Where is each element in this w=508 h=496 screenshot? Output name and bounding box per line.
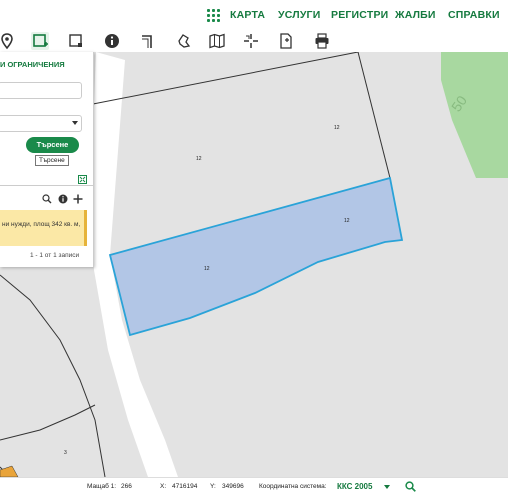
print-icon[interactable] bbox=[313, 32, 331, 50]
pan-hand-icon[interactable] bbox=[174, 32, 192, 50]
scale-label: Мащаб 1: bbox=[87, 483, 117, 490]
map-layers-icon[interactable] bbox=[208, 32, 226, 50]
coord-system-select[interactable]: ККС 2005 bbox=[337, 482, 372, 491]
location-pin-icon[interactable] bbox=[0, 32, 16, 50]
nav-item-services[interactable]: УСЛУГИ bbox=[278, 9, 320, 21]
search-tooltip: Търсене bbox=[35, 155, 69, 166]
search-button[interactable]: Търсене bbox=[26, 137, 79, 153]
pager: 1 - 1 от 1 записи bbox=[30, 252, 80, 259]
building-shape bbox=[0, 465, 19, 477]
coord-system-label: Координатна система: bbox=[259, 483, 327, 490]
search-icon[interactable] bbox=[405, 481, 416, 492]
info-icon[interactable] bbox=[103, 32, 121, 50]
search-input[interactable] bbox=[0, 82, 82, 99]
parcel-label: 12 bbox=[334, 125, 340, 131]
nav-item-registers[interactable]: РЕГИСТРИ bbox=[331, 9, 388, 21]
x-label: X: bbox=[160, 483, 167, 490]
apps-grid-icon[interactable] bbox=[207, 9, 220, 22]
search-panel: И ОГРАНИЧЕНИЯ Търсене Търсене ни нужди, … bbox=[0, 52, 94, 267]
info-icon[interactable] bbox=[58, 191, 68, 204]
selected-parcel[interactable] bbox=[108, 176, 404, 337]
top-nav-bar: КАРТА УСЛУГИ РЕГИСТРИ ЖАЛБИ СПРАВКИ bbox=[0, 0, 508, 30]
green-area bbox=[441, 52, 508, 178]
chevron-down-icon[interactable] bbox=[384, 485, 390, 489]
divider bbox=[0, 185, 93, 186]
map-toolbar bbox=[0, 30, 508, 53]
scale-value: 266 bbox=[121, 483, 132, 490]
filter-select[interactable] bbox=[0, 115, 82, 132]
y-value: 349696 bbox=[222, 483, 244, 490]
select-area-icon[interactable] bbox=[67, 32, 85, 50]
status-bar: Мащаб 1: 266 X: 4716194 Y: 349696 Коорди… bbox=[0, 477, 508, 496]
parcel-label: 3 bbox=[64, 450, 67, 456]
select-rectangle-icon[interactable] bbox=[31, 32, 49, 50]
nav-item-map[interactable]: КАРТА bbox=[230, 9, 265, 21]
parcel-label: 12 bbox=[196, 156, 202, 162]
nav-item-references[interactable]: СПРАВКИ bbox=[448, 9, 500, 21]
crosshair-icon[interactable] bbox=[242, 32, 260, 50]
y-label: Y: bbox=[210, 483, 216, 490]
result-item[interactable]: ни нужди, площ 342 кв. м, bbox=[0, 210, 87, 246]
document-icon[interactable] bbox=[277, 32, 295, 50]
expand-icon[interactable] bbox=[78, 171, 87, 184]
x-value: 4716194 bbox=[172, 483, 198, 490]
measure-angle-icon[interactable] bbox=[139, 32, 157, 50]
panel-title: И ОГРАНИЧЕНИЯ bbox=[0, 60, 65, 69]
chevron-down-icon bbox=[72, 121, 78, 125]
add-icon[interactable] bbox=[73, 191, 83, 204]
result-text: ни нужди, площ 342 кв. м, bbox=[2, 221, 81, 228]
parcel-label: 12 bbox=[344, 218, 350, 224]
parcel-label: 12 bbox=[204, 266, 210, 272]
nav-item-complaints[interactable]: ЖАЛБИ bbox=[395, 9, 436, 21]
zoom-search-icon[interactable] bbox=[42, 191, 52, 204]
